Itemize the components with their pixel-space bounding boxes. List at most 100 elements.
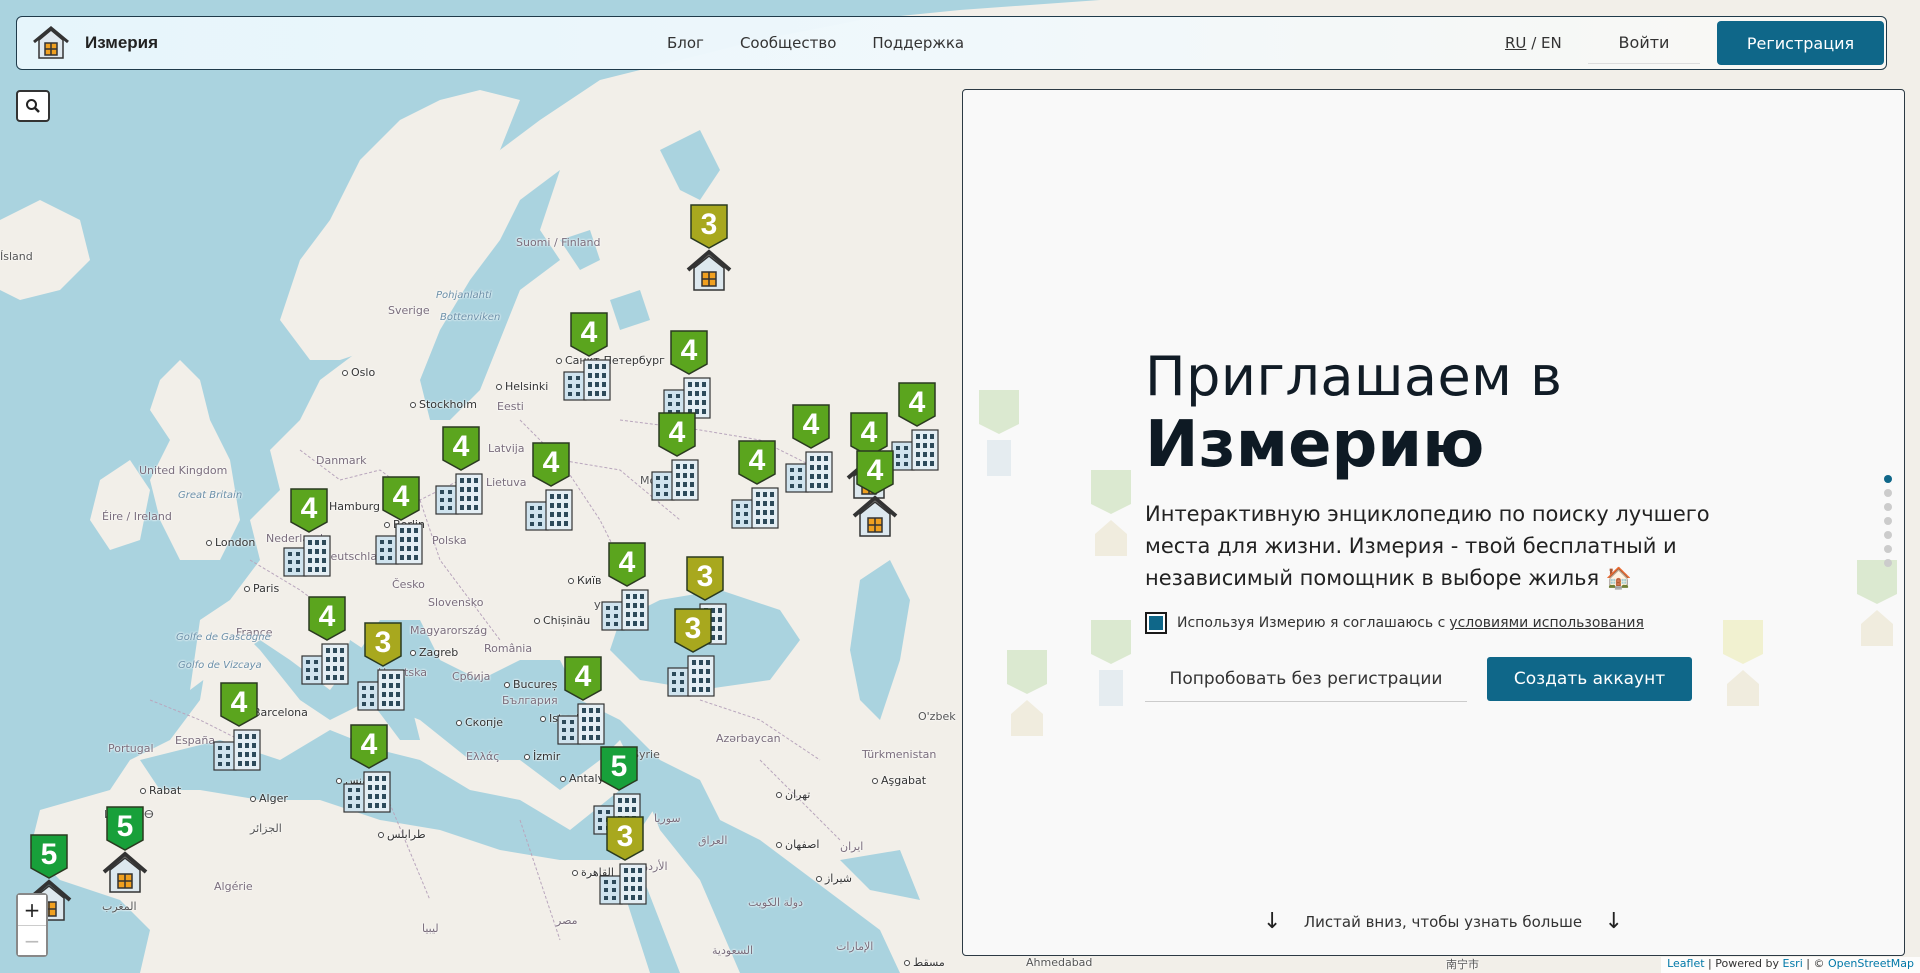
map-marker[interactable]: 4 [648, 412, 706, 512]
lang-separator: / [1531, 34, 1537, 52]
map-marker[interactable]: 4 [432, 426, 490, 526]
map-label: Lietuva [486, 476, 527, 489]
map-search-button[interactable] [16, 90, 50, 122]
map-label: Portugal [108, 742, 154, 755]
map-label: دولة الكويت [748, 896, 803, 909]
map-label: سوريا [654, 812, 681, 825]
map-marker[interactable]: 4 [782, 404, 840, 504]
esri-link[interactable]: Esri [1783, 957, 1803, 970]
logo[interactable]: Измерия [31, 25, 158, 61]
map-marker[interactable]: 4 [522, 442, 580, 542]
score-flag: 4 [290, 488, 328, 533]
map-marker[interactable]: 3 [596, 816, 654, 916]
nav-item-support[interactable]: Поддержка [872, 34, 964, 52]
house-emoji-icon: 🏠 [1605, 566, 1633, 590]
ghost-marker [1091, 620, 1131, 706]
score-value: 4 [360, 728, 378, 761]
map-label: Pohjanlahti [436, 290, 492, 301]
map-marker[interactable]: 4 [298, 596, 356, 696]
lang-ru[interactable]: RU [1505, 34, 1526, 52]
terms-text: Используя Измерию я соглашаюсь с [1177, 615, 1446, 631]
score-flag: 3 [686, 556, 724, 601]
map-label: Ελλάς [466, 750, 500, 763]
lang-en[interactable]: EN [1541, 34, 1562, 52]
slide-dot[interactable] [1884, 503, 1892, 511]
slide-dot[interactable] [1884, 489, 1892, 497]
slide-dot[interactable] [1884, 475, 1892, 483]
login-button[interactable]: Войти [1588, 22, 1700, 64]
slide-dot[interactable] [1884, 545, 1892, 553]
map-label: ليبيا [422, 922, 439, 935]
zoom-in-button[interactable]: + [18, 895, 46, 925]
map-marker[interactable]: 4 [280, 488, 338, 588]
map-label: Ahmedabad [1026, 956, 1093, 969]
terms-agreement: Используя Измерию я соглашаюсь с условия… [1145, 612, 1644, 634]
map-label: Golfo de Vizcaya [178, 660, 262, 671]
map-label: Türkmenistan [862, 748, 937, 761]
apartment-building-icon [522, 486, 580, 532]
map-label: تهران [776, 788, 810, 801]
score-flag: 5 [106, 806, 144, 851]
map-marker[interactable]: 4 [728, 440, 786, 540]
map-marker[interactable]: 3 [354, 622, 412, 722]
score-flag: 4 [220, 682, 258, 727]
map-marker[interactable]: 3 [680, 204, 738, 304]
score-value: 4 [680, 334, 698, 367]
map-label: العراق [698, 834, 728, 847]
map-marker[interactable]: 4 [846, 450, 904, 550]
score-value: 5 [40, 838, 58, 871]
house-icon [846, 494, 904, 540]
apartment-building-icon [648, 456, 706, 502]
map-marker[interactable]: 4 [598, 542, 656, 642]
score-value: 4 [866, 454, 884, 487]
score-value: 4 [542, 446, 560, 479]
apartment-building-icon [340, 768, 398, 814]
score-flag: 4 [792, 404, 830, 449]
map-marker[interactable]: 3 [664, 608, 722, 708]
create-account-button[interactable]: Создать аккаунт [1487, 657, 1692, 701]
score-flag: 4 [738, 440, 776, 485]
map-label: Great Britain [178, 490, 243, 501]
map-label: Polska [432, 534, 467, 547]
apartment-building-icon [432, 470, 490, 516]
score-value: 3 [684, 612, 702, 645]
score-flag: 3 [364, 622, 402, 667]
map-label: Stockholm [410, 398, 477, 411]
score-value: 4 [300, 492, 318, 525]
scroll-hint: ↓ Листай вниз, чтобы узнать больше ↓ [1263, 909, 1623, 934]
leaflet-link[interactable]: Leaflet [1667, 957, 1704, 970]
score-value: 4 [802, 408, 820, 441]
nav-item-community[interactable]: Сообщество [740, 34, 836, 52]
register-button[interactable]: Регистрация [1717, 21, 1884, 65]
score-value: 4 [392, 480, 410, 513]
hero-title-line1: Приглашаем в [1145, 345, 1563, 408]
slide-dot[interactable] [1884, 531, 1892, 539]
map-label: 南宁市 [1446, 958, 1479, 971]
map-marker[interactable]: 4 [560, 312, 618, 412]
main-nav: Блог Сообщество Поддержка [667, 17, 1000, 69]
slide-pagination [1884, 475, 1892, 573]
try-without-registration-button[interactable]: Попробовать без регистрации [1145, 656, 1467, 702]
score-flag: 4 [308, 596, 346, 641]
score-value: 4 [668, 416, 686, 449]
map-label: Aşgabat [872, 774, 926, 787]
slide-dot[interactable] [1884, 559, 1892, 567]
score-flag: 4 [608, 542, 646, 587]
terms-link[interactable]: условиями использования [1449, 615, 1644, 631]
map-marker[interactable]: 5 [96, 806, 154, 906]
osm-link[interactable]: OpenStreetMap [1828, 957, 1914, 970]
nav-item-blog[interactable]: Блог [667, 34, 704, 52]
map-label: Oslo [342, 366, 375, 379]
terms-checkbox[interactable] [1145, 612, 1167, 634]
map-marker[interactable]: 4 [554, 656, 612, 756]
map-label: България [502, 694, 558, 707]
map-label: Ísland [0, 250, 33, 263]
map-marker[interactable]: 4 [340, 724, 398, 824]
map-marker[interactable]: 4 [372, 476, 430, 576]
map-marker[interactable]: 4 [210, 682, 268, 782]
score-value: 3 [616, 820, 634, 853]
zoom-out-button[interactable]: − [18, 925, 46, 955]
map-label: Zagreb [410, 646, 458, 659]
slide-dot[interactable] [1884, 517, 1892, 525]
map-label: Chișinău [534, 614, 590, 627]
